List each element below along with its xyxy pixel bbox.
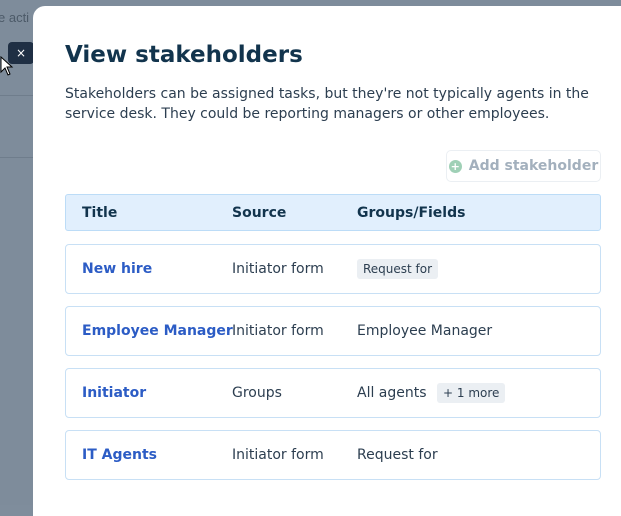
drawer-description: Stakeholders can be assigned tasks, but … [65, 86, 589, 122]
stakeholder-title-link[interactable]: New hire [82, 261, 152, 277]
stakeholder-source: Groups [232, 385, 282, 401]
stakeholder-source: Initiator form [232, 261, 324, 277]
stakeholder-title-link[interactable]: IT Agents [82, 447, 157, 463]
plus-circle-icon: + [448, 159, 462, 173]
stakeholder-source: Initiator form [232, 323, 324, 339]
add-stakeholder-label: Add stakeholder [468, 158, 599, 174]
stakeholders-drawer: View stakeholders Stakeholders can be as… [33, 6, 621, 516]
field-chip: Request for [357, 259, 439, 279]
drawer-title: View stakeholders [65, 42, 303, 68]
background-partial-text: e acti [0, 10, 30, 25]
stakeholder-groups-fields: All agents + 1 more [357, 383, 506, 403]
stakeholder-source: Initiator form [232, 447, 324, 463]
stakeholder-groups-fields: Request for [357, 259, 439, 279]
add-stakeholder-button[interactable]: + Add stakeholder [446, 150, 601, 182]
stakeholder-groups-fields: Request for [357, 447, 438, 463]
table-row: IT Agents Initiator form Request for [65, 430, 601, 480]
table-row: Initiator Groups All agents + 1 more [65, 368, 601, 418]
stakeholder-groups-fields: Employee Manager [357, 323, 493, 339]
mouse-cursor-icon [0, 56, 14, 76]
table-row: Employee Manager Initiator form Employee… [65, 306, 601, 356]
column-header-source: Source [232, 204, 287, 221]
table-header: Title Source Groups/Fields [65, 194, 601, 231]
column-header-title: Title [82, 204, 118, 221]
stakeholder-title-link[interactable]: Employee Manager [82, 323, 233, 339]
more-groups-chip[interactable]: + 1 more [437, 383, 506, 403]
column-header-groups-fields: Groups/Fields [357, 204, 466, 221]
table-row: New hire Initiator form Request for [65, 244, 601, 294]
stakeholder-title-link[interactable]: Initiator [82, 385, 146, 401]
group-name: All agents [357, 385, 427, 401]
